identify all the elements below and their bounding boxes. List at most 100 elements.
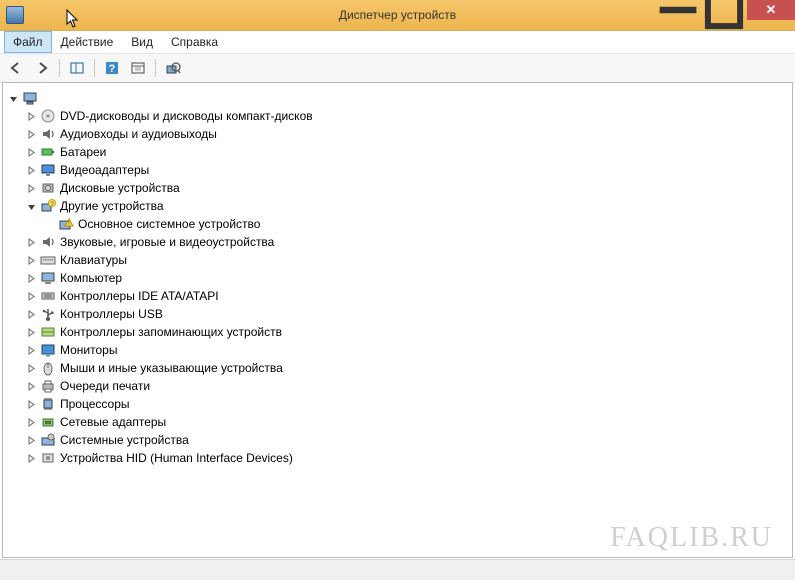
tree-node[interactable]: Контроллеры запоминающих устройств <box>3 323 792 341</box>
tree-node[interactable]: Устройства HID (Human Interface Devices) <box>3 449 792 467</box>
computer-icon <box>40 270 56 286</box>
collapse-arrow-icon[interactable] <box>25 200 37 212</box>
tree-node[interactable]: Звуковые, игровые и видеоустройства <box>3 233 792 251</box>
audio-icon <box>40 234 56 250</box>
minimize-button[interactable] <box>655 0 701 20</box>
tree-node-label: Устройства HID (Human Interface Devices) <box>59 451 293 465</box>
tree-node-label: Сетевые адаптеры <box>59 415 166 429</box>
expand-arrow-icon[interactable] <box>25 236 37 248</box>
menu-bar: Файл Действие Вид Справка <box>0 30 795 54</box>
tree-node-label: Основное системное устройство <box>77 217 260 231</box>
tree-node[interactable]: Очереди печати <box>3 377 792 395</box>
tree-node[interactable]: Мониторы <box>3 341 792 359</box>
tree-node-label: Контроллеры USB <box>59 307 163 321</box>
storage-icon <box>40 324 56 340</box>
tree-node[interactable]: ?Другие устройства <box>3 197 792 215</box>
svg-text:?: ? <box>109 63 116 75</box>
maximize-button[interactable] <box>701 0 747 20</box>
tree-node-label: Мониторы <box>59 343 117 357</box>
tree-node[interactable]: Процессоры <box>3 395 792 413</box>
window-controls: ✕ <box>655 0 795 20</box>
tree-node[interactable]: Мыши и иные указывающие устройства <box>3 359 792 377</box>
scan-hardware-icon[interactable] <box>161 56 185 80</box>
tree-node[interactable]: Дисковые устройства <box>3 179 792 197</box>
device-tree[interactable]: DVD-дисководы и дисководы компакт-дисков… <box>2 82 793 558</box>
other-icon: ? <box>40 198 56 214</box>
usb-icon <box>40 306 56 322</box>
forward-button[interactable] <box>30 56 54 80</box>
expand-arrow-icon[interactable] <box>25 164 37 176</box>
expand-arrow-icon[interactable] <box>25 434 37 446</box>
network-icon <box>40 414 56 430</box>
display-icon <box>40 162 56 178</box>
collapse-arrow-icon[interactable] <box>7 92 19 104</box>
menu-view[interactable]: Вид <box>122 31 162 53</box>
expand-arrow-icon[interactable] <box>25 272 37 284</box>
audio-icon <box>40 126 56 142</box>
menu-help[interactable]: Справка <box>162 31 227 53</box>
expand-arrow-icon[interactable] <box>25 182 37 194</box>
help-icon[interactable]: ? <box>100 56 124 80</box>
expand-arrow-icon[interactable] <box>25 344 37 356</box>
app-icon <box>6 6 24 24</box>
expand-arrow-icon[interactable] <box>25 290 37 302</box>
tree-node[interactable]: Клавиатуры <box>3 251 792 269</box>
printer-icon <box>40 378 56 394</box>
expand-arrow-icon[interactable] <box>25 362 37 374</box>
tree-node-label: Дисковые устройства <box>59 181 180 195</box>
tree-node[interactable]: DVD-дисководы и дисководы компакт-дисков <box>3 107 792 125</box>
disk-icon <box>40 180 56 196</box>
expand-arrow-icon[interactable] <box>25 380 37 392</box>
expand-arrow-icon[interactable] <box>25 128 37 140</box>
title-bar[interactable]: Диспетчер устройств ✕ <box>0 0 795 30</box>
battery-icon <box>40 144 56 160</box>
tree-node-label: Процессоры <box>59 397 130 411</box>
expand-arrow-icon[interactable] <box>25 146 37 158</box>
expand-arrow-icon[interactable] <box>25 326 37 338</box>
tree-node-label: Мыши и иные указывающие устройства <box>59 361 283 375</box>
toolbar-divider <box>94 59 95 77</box>
tree-node-label: Видеоадаптеры <box>59 163 149 177</box>
expand-arrow-icon[interactable] <box>25 110 37 122</box>
tree-node-label: Контроллеры запоминающих устройств <box>59 325 282 339</box>
tree-node-label: Контроллеры IDE ATA/ATAPI <box>59 289 219 303</box>
expand-arrow-icon[interactable] <box>25 254 37 266</box>
tree-node[interactable]: Контроллеры IDE ATA/ATAPI <box>3 287 792 305</box>
toolbar: ? <box>0 54 795 83</box>
tree-node[interactable]: Контроллеры USB <box>3 305 792 323</box>
menu-file[interactable]: Файл <box>4 31 52 53</box>
ide-icon <box>40 288 56 304</box>
tree-node-label: Аудиовходы и аудиовыходы <box>59 127 217 141</box>
expand-arrow-icon[interactable] <box>25 416 37 428</box>
disc-icon <box>40 108 56 124</box>
tree-node[interactable]: Компьютер <box>3 269 792 287</box>
toolbar-divider <box>59 59 60 77</box>
keyboard-icon <box>40 252 56 268</box>
tree-node[interactable] <box>3 89 792 107</box>
tree-node[interactable]: !Основное системное устройство <box>3 215 792 233</box>
tree-node[interactable]: Аудиовходы и аудиовыходы <box>3 125 792 143</box>
expand-arrow-icon[interactable] <box>25 398 37 410</box>
device-manager-window: Диспетчер устройств ✕ Файл Действие Вид … <box>0 0 795 580</box>
expand-arrow-icon[interactable] <box>25 452 37 464</box>
tree-node-label: Звуковые, игровые и видеоустройства <box>59 235 274 249</box>
back-button[interactable] <box>4 56 28 80</box>
tree-node[interactable]: Батареи <box>3 143 792 161</box>
properties-icon[interactable] <box>126 56 150 80</box>
menu-action[interactable]: Действие <box>52 31 123 53</box>
show-hide-console-icon[interactable] <box>65 56 89 80</box>
tree-node-label: DVD-дисководы и дисководы компакт-дисков <box>59 109 313 123</box>
tree-node[interactable]: Видеоадаптеры <box>3 161 792 179</box>
computer-icon <box>22 90 38 106</box>
tree-node-label: Клавиатуры <box>59 253 127 267</box>
tree-node-label: Очереди печати <box>59 379 150 393</box>
expand-arrow-icon[interactable] <box>25 308 37 320</box>
monitor-icon <box>40 342 56 358</box>
hid-icon <box>40 450 56 466</box>
close-button[interactable]: ✕ <box>747 0 795 20</box>
tree-node[interactable]: Системные устройства <box>3 431 792 449</box>
cpu-icon <box>40 396 56 412</box>
tree-node[interactable]: Сетевые адаптеры <box>3 413 792 431</box>
warn-icon: ! <box>58 216 74 232</box>
tree-node-label: Другие устройства <box>59 199 164 213</box>
